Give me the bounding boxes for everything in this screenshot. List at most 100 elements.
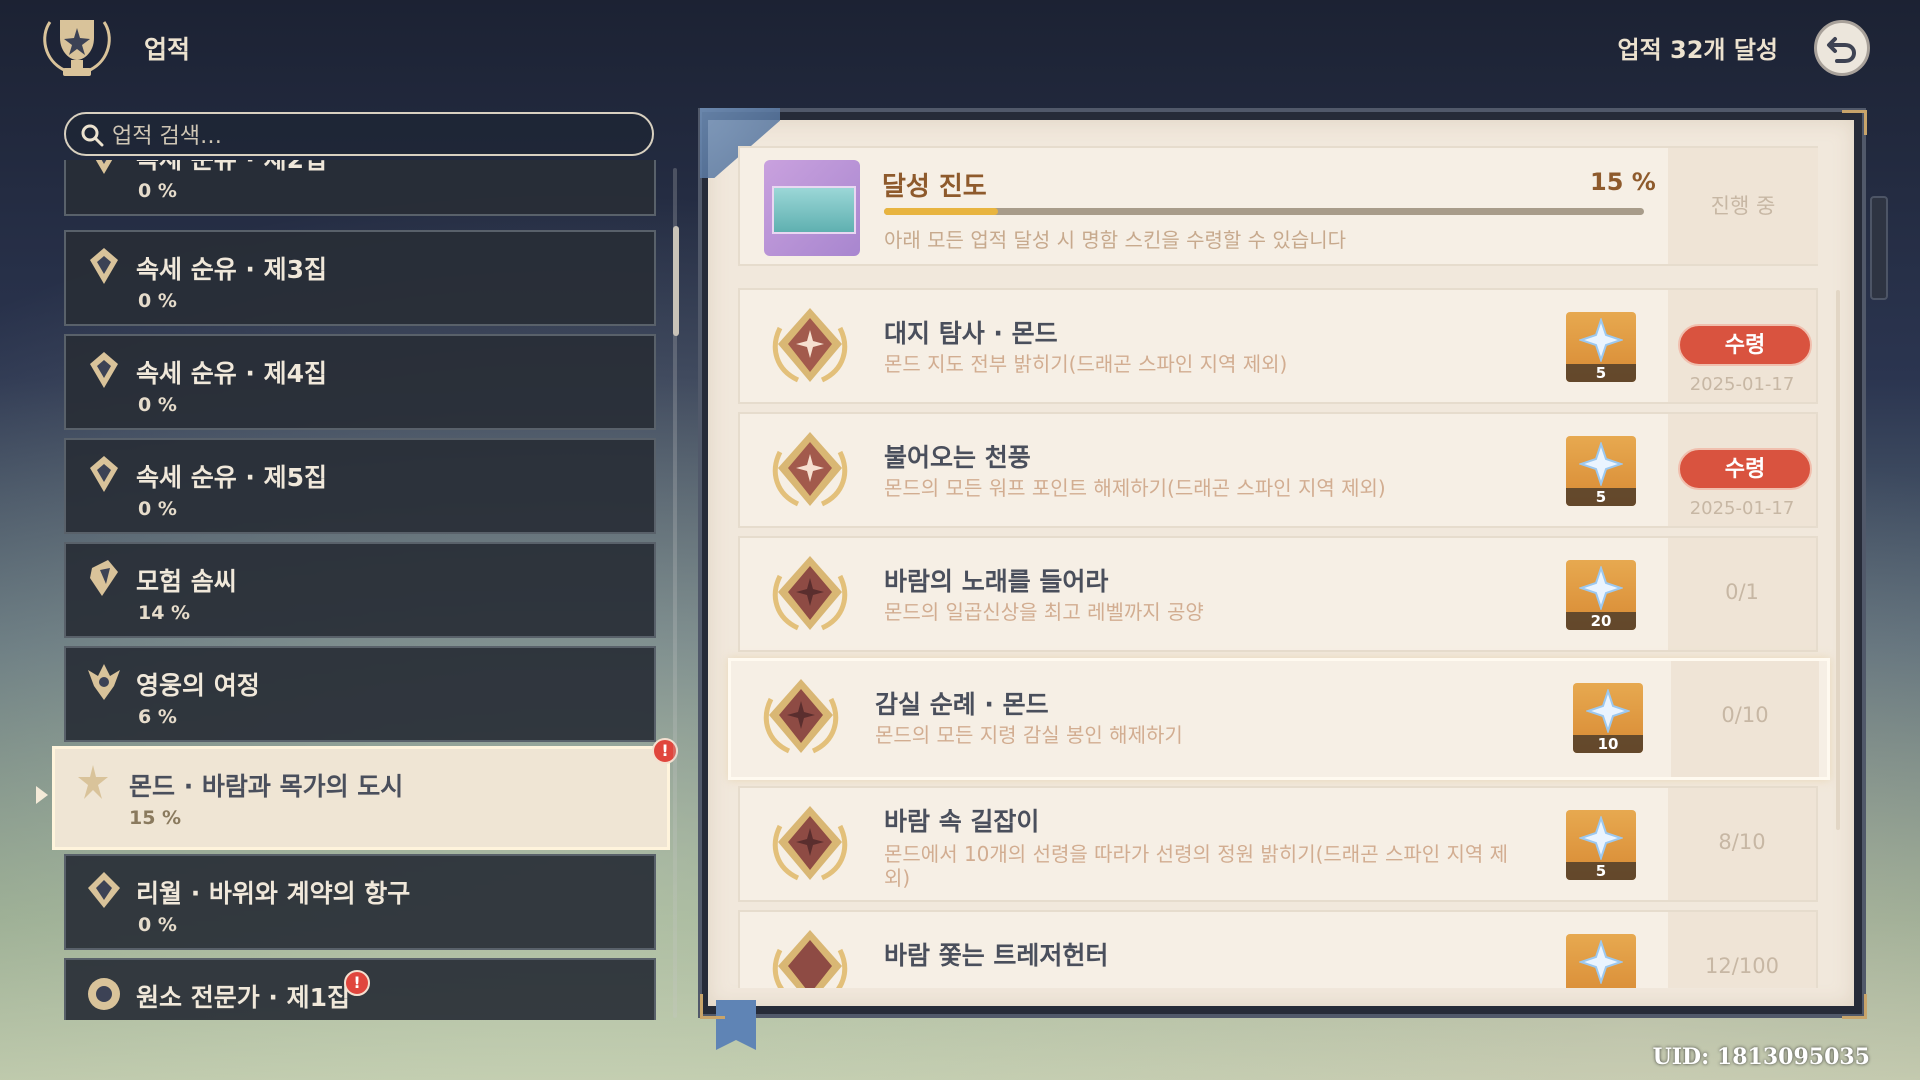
category-item[interactable]: 영웅의 여정 6 % [64, 646, 656, 742]
achievement-description: 몬드의 모든 워프 포인트 해제하기(드래곤 스파인 지역 제외) [884, 476, 1386, 500]
category-name: 몬드 · 바람과 목가의 도시 [129, 772, 404, 801]
trophy-icon [43, 20, 111, 76]
player-uid: UID: 1813095035 [1652, 1044, 1870, 1070]
reward-item: 5 [1566, 436, 1636, 506]
search-box[interactable] [64, 112, 654, 156]
category-scrollbar-thumb[interactable] [673, 226, 679, 336]
achievement-description: 몬드 지도 전부 밝히기(드래곤 스파인 지역 제외) [884, 352, 1288, 376]
achievement-medal-icon [772, 308, 848, 383]
reward-count: 20 [1590, 612, 1612, 630]
side-tab[interactable] [1870, 196, 1888, 300]
category-name: 속세 순유 · 제4집 [136, 359, 328, 388]
category-percent: 15 % [129, 807, 182, 829]
primogem-icon [1579, 566, 1623, 610]
category-emblem-icon [90, 352, 118, 388]
achievement-status: 8/10 [1668, 788, 1816, 900]
progress-bar-fill [884, 208, 998, 215]
category-item[interactable]: 모험 솜씨 14 % [64, 542, 656, 638]
category-percent: 0 % [138, 394, 177, 416]
reward-item: 5 [1566, 312, 1636, 382]
category-item[interactable]: 리월 · 바위와 계약의 항구 0 % [64, 854, 656, 950]
category-name: 속세 순유 · 제2집 [136, 160, 327, 176]
category-percent: 0 % [138, 914, 177, 936]
claim-button[interactable]: 수령 [1678, 448, 1812, 490]
reward-item: 10 [1573, 683, 1643, 753]
category-percent: 0 % [138, 290, 177, 312]
achievement-description: 몬드에서 10개의 선령을 따라가 선령의 정원 밝히기(드래곤 스파인 지역 … [884, 842, 1509, 890]
achievement-status: 0/1 [1668, 538, 1816, 650]
category-emblem-icon [88, 664, 120, 700]
reward-count: 10 [1597, 735, 1619, 753]
achievement-scrollbar[interactable] [1836, 290, 1840, 830]
category-name: 속세 순유 · 제5집 [136, 463, 328, 492]
reward-item [1566, 934, 1636, 988]
category-emblem-icon [88, 872, 120, 908]
primogem-icon [1579, 442, 1623, 486]
category-emblem-icon [90, 456, 118, 492]
category-emblem-icon [88, 978, 120, 1010]
reward-item: 5 [1566, 810, 1636, 880]
category-percent: 5 % [138, 1018, 177, 1020]
selected-arrow-icon [36, 786, 48, 804]
search-input[interactable] [110, 120, 634, 152]
back-button[interactable] [1814, 20, 1870, 76]
corner-decoration [1842, 110, 1867, 135]
progress-label: 달성 진도 [882, 172, 987, 202]
primogem-icon [1579, 816, 1623, 860]
achievement-row-highlighted[interactable]: 감실 순례 · 몬드 몬드의 모든 지령 감실 봉인 해제하기 10 0/10 [728, 658, 1830, 780]
category-item[interactable]: 속세 순유 · 제4집 0 % [64, 334, 656, 430]
achievement-row[interactable]: 바람의 노래를 들어라 몬드의 일곱신상을 최고 레벨까지 공양 20 0/1 [738, 536, 1818, 652]
category-item[interactable]: 속세 순유 · 제3집 0 % [64, 230, 656, 326]
reward-count: 5 [1595, 364, 1607, 382]
achievement-description: 몬드의 모든 지령 감실 봉인 해제하기 [875, 723, 1183, 747]
achievement-medal-icon [772, 806, 848, 881]
progress-status: 진행 중 [1668, 148, 1818, 264]
namecard-thumbnail [764, 160, 860, 256]
back-arrow-icon [1827, 37, 1857, 63]
category-percent: 14 % [138, 602, 191, 624]
category-percent: 0 % [138, 498, 177, 520]
achievement-status: 수령 2025-01-17 [1668, 414, 1816, 526]
category-name: 리월 · 바위와 계약의 항구 [136, 879, 411, 908]
search-icon [81, 124, 104, 147]
achievement-row[interactable]: 대지 탐사 · 몬드 몬드 지도 전부 밝히기(드래곤 스파인 지역 제외) 5… [738, 288, 1818, 404]
namecard-image [772, 186, 856, 234]
corner-decoration [700, 994, 725, 1019]
achievement-progress: 12/100 [1705, 954, 1779, 978]
achievement-medal-icon [772, 930, 848, 988]
achievement-progress: 0/10 [1721, 703, 1769, 727]
claim-button[interactable]: 수령 [1678, 324, 1812, 366]
category-item[interactable]: 속세 순유 · 제2집 0 % [64, 160, 656, 216]
category-list: 속세 순유 · 제2집 0 % 속세 순유 · 제3집 0 % 속세 순유 · … [50, 160, 670, 1020]
achievement-name: 바람의 노래를 들어라 [884, 567, 1109, 596]
category-percent: 6 % [138, 706, 177, 728]
progress-bar [884, 208, 1644, 215]
achievement-name: 불어오는 천풍 [884, 443, 1031, 472]
achievement-row[interactable]: 바람 쫓는 트레저헌터 12/100 [738, 910, 1818, 988]
achievement-medal-icon [763, 679, 839, 754]
category-item-selected[interactable]: 몬드 · 바람과 목가의 도시 15 % [52, 746, 670, 850]
achievement-name: 바람 쫓는 트레저헌터 [884, 941, 1109, 970]
progress-row: 달성 진도 15 % 아래 모든 업적 달성 시 명함 스킨을 수령할 수 있습… [738, 146, 1818, 266]
page-title: 업적 [144, 35, 191, 64]
category-name: 속세 순유 · 제3집 [136, 255, 328, 284]
category-emblem-icon [95, 160, 113, 174]
notification-badge: ! [344, 970, 370, 996]
reward-count: 5 [1595, 862, 1607, 880]
category-name: 원소 전문가 · 제1집 [136, 983, 351, 1012]
achievement-status: 수령 2025-01-17 [1668, 290, 1816, 402]
achievement-row[interactable]: 불어오는 천풍 몬드의 모든 워프 포인트 해제하기(드래곤 스파인 지역 제외… [738, 412, 1818, 528]
category-item[interactable]: 속세 순유 · 제5집 0 % [64, 438, 656, 534]
achievement-medal-icon [772, 432, 848, 507]
achievement-status: 12/100 [1668, 912, 1816, 988]
achievement-status: 0/10 [1671, 661, 1819, 777]
achievement-row[interactable]: 바람 속 길잡이 몬드에서 10개의 선령을 따라가 선령의 정원 밝히기(드래… [738, 786, 1818, 902]
primogem-icon [1586, 689, 1630, 733]
reward-item: 20 [1566, 560, 1636, 630]
achievement-progress: 0/1 [1725, 580, 1759, 604]
category-name: 영웅의 여정 [136, 671, 260, 700]
claim-date: 2025-01-17 [1689, 498, 1795, 519]
achievement-progress: 8/10 [1718, 830, 1766, 854]
primogem-icon [1579, 940, 1623, 984]
category-percent: 0 % [138, 180, 177, 202]
